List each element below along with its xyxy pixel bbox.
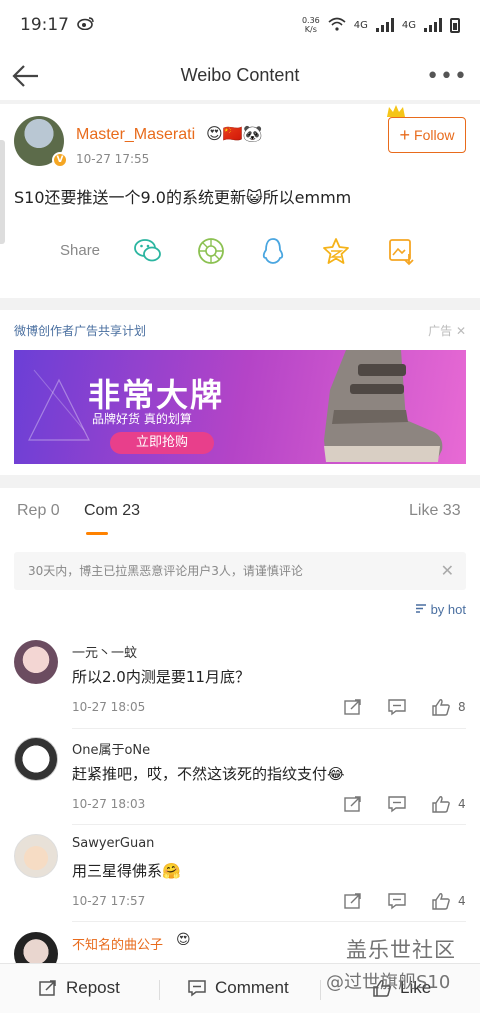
comment-divider <box>72 728 466 729</box>
comment-button[interactable]: Comment <box>187 978 289 998</box>
comment-icon <box>188 980 206 997</box>
save-image-icon[interactable] <box>386 236 416 266</box>
follow-button[interactable]: + Follow <box>388 117 466 153</box>
comment-like-count: 4 <box>458 797 466 811</box>
ad-program-title[interactable]: 微博创作者广告共享计划 <box>14 322 146 339</box>
commenter-name-emoji: 😍 <box>176 932 191 948</box>
comment-text: 赶紧推吧，哎，不然这该死的指纹支付😂 <box>72 765 345 783</box>
comments-section: 30天内，博主已拉黑恶意评论用户3人，请谨慎评论 ✕ by hot 一元丶一蚊 … <box>0 538 480 963</box>
bottom-divider <box>320 980 321 1000</box>
comment-text: 用三星得佛系🤗 <box>72 862 181 880</box>
detail-tabs: Rep 0 Com 23 Like 33 <box>0 488 480 538</box>
like-comment-icon[interactable] <box>431 698 451 716</box>
qzone-star-icon[interactable] <box>321 236 351 266</box>
commenter-avatar[interactable] <box>14 737 58 781</box>
share-row: Share <box>0 232 480 272</box>
battery-icon <box>450 17 460 33</box>
signal-2-icon <box>424 18 442 32</box>
banner-cta-button[interactable]: 立即抢购 <box>110 432 214 454</box>
commenter-name[interactable]: 一元丶一蚊 <box>72 642 137 661</box>
reply-comment-icon[interactable] <box>387 795 407 813</box>
signal-1-icon <box>375 18 394 32</box>
left-edge-handle[interactable] <box>0 140 5 244</box>
follow-label: Follow <box>414 127 455 143</box>
ad-banner[interactable]: 非常大牌 品牌好货 真的划算 立即抢购 <box>14 350 466 464</box>
network-speed: 0.36 K/s <box>301 16 320 34</box>
like-comment-icon[interactable] <box>431 892 451 910</box>
repost-comment-icon[interactable] <box>343 892 363 910</box>
page-title: Weibo Content <box>180 64 300 85</box>
commenter-name[interactable]: SawyerGuan <box>72 836 154 851</box>
commenter-name[interactable]: One属于oNe <box>72 739 150 758</box>
moments-icon[interactable] <box>196 236 226 266</box>
reply-comment-icon[interactable] <box>387 698 407 716</box>
repost-comment-icon[interactable] <box>343 795 363 813</box>
share-label: Share <box>60 242 101 259</box>
sort-icon <box>415 604 426 613</box>
comment-text: 所以2.0内测是要11月底？ <box>72 668 250 686</box>
ad-label-text: 广告 <box>428 324 453 338</box>
plus-icon: + <box>399 124 411 145</box>
comment-time: 10-27 17:57 <box>72 894 146 908</box>
watermark-line-1: 盖乐世社区 <box>346 938 456 962</box>
signal-2-label: 4G <box>401 19 416 31</box>
comment-label: Comment <box>215 978 289 997</box>
notice-close-icon[interactable]: ✕ <box>441 552 454 590</box>
comment-divider <box>72 824 466 825</box>
tab-comments[interactable]: Com 23 <box>84 502 140 520</box>
crown-icon <box>387 105 405 117</box>
repost-comment-icon[interactable] <box>343 698 363 716</box>
author-username[interactable]: Master_Maserati <box>76 126 195 144</box>
top-nav-bar: Weibo Content ••• <box>0 50 480 100</box>
post-timestamp: 10-27 17:55 <box>76 152 150 166</box>
tab-likes[interactable]: Like 33 <box>409 502 461 520</box>
sort-toggle[interactable]: by hot <box>415 602 466 617</box>
comment-like-count: 4 <box>458 894 466 908</box>
wechat-icon[interactable] <box>133 236 163 266</box>
weibo-notification-icon <box>77 16 95 34</box>
commenter-avatar[interactable] <box>14 640 58 684</box>
repost-icon <box>39 980 56 996</box>
ad-card: 微博创作者广告共享计划 广告 ✕ 非常大牌 品牌好货 真的划算 立即抢购 <box>0 310 480 475</box>
block-notice: 30天内，博主已拉黑恶意评论用户3人，请谨慎评论 ✕ <box>14 552 466 590</box>
commenter-avatar[interactable] <box>14 834 58 878</box>
commenter-name[interactable]: 不知名的曲公子 <box>72 934 163 953</box>
tab-repost[interactable]: Rep 0 <box>17 502 60 520</box>
comment-like-count: 8 <box>458 700 466 714</box>
repost-button[interactable]: Repost <box>38 978 120 998</box>
bottom-divider <box>159 980 160 1000</box>
more-options-icon[interactable]: ••• <box>426 64 468 89</box>
sort-label: by hot <box>430 602 466 617</box>
watermark-line-2: @过世旗舰S10 <box>326 972 451 993</box>
verified-badge-icon: V <box>52 152 68 168</box>
post-text: S10还要推送一个9.0的系统更新😺所以emmm <box>14 188 352 207</box>
clock: 19:17 <box>20 15 69 35</box>
boot-image <box>324 350 443 462</box>
author-avatar[interactable]: V <box>14 116 68 168</box>
repost-label: Repost <box>66 978 120 997</box>
commenter-avatar[interactable] <box>14 932 58 963</box>
banner-decoration <box>28 369 90 441</box>
status-bar: 19:17 0.36 K/s 4G 4G <box>0 0 480 50</box>
comment-item: SawyerGuan 用三星得佛系🤗 10-27 17:57 4 <box>0 834 480 930</box>
notice-text: 30天内，博主已拉黑恶意评论用户3人，请谨慎评论 <box>28 564 303 578</box>
like-comment-icon[interactable] <box>431 795 451 813</box>
reply-comment-icon[interactable] <box>387 892 407 910</box>
comment-divider <box>72 921 466 922</box>
username-emojis: 😍🇨🇳🐼 <box>206 124 263 143</box>
back-arrow-icon[interactable] <box>10 60 42 92</box>
ad-label[interactable]: 广告 ✕ <box>428 322 466 339</box>
qq-icon[interactable] <box>258 236 288 266</box>
comment-time: 10-27 18:05 <box>72 700 146 714</box>
ad-close-icon[interactable]: ✕ <box>456 324 466 338</box>
comment-item: 一元丶一蚊 所以2.0内测是要11月底？ 10-27 18:05 8 <box>0 640 480 736</box>
active-tab-indicator <box>86 532 108 535</box>
comment-time: 10-27 18:03 <box>72 797 146 811</box>
signal-1-label: 4G <box>353 19 368 31</box>
comment-item: One属于oNe 赶紧推吧，哎，不然这该死的指纹支付😂 10-27 18:03 … <box>0 737 480 833</box>
wifi-icon <box>328 17 346 34</box>
banner-subtitle: 品牌好货 真的划算 <box>92 412 192 426</box>
